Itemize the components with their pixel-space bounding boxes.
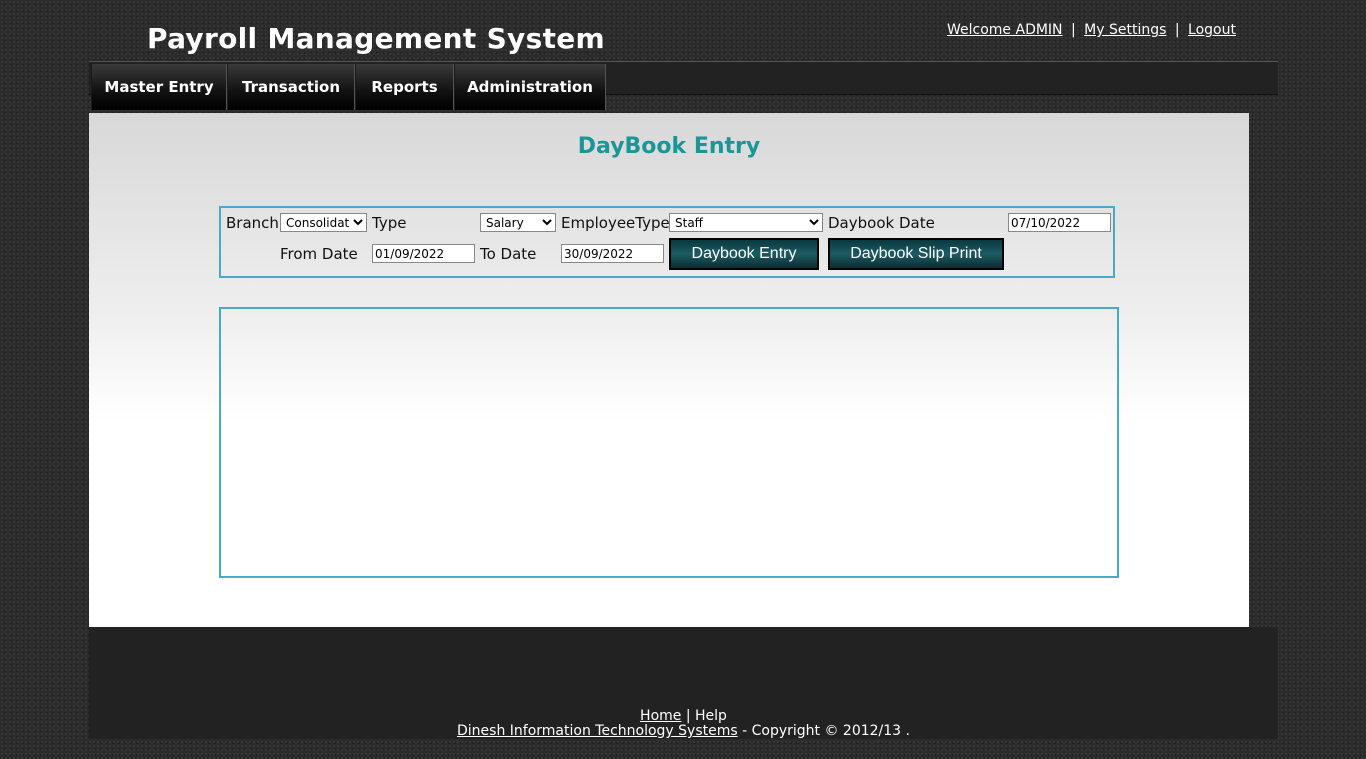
type-select[interactable]: Salary <box>480 213 556 232</box>
to-date-input[interactable] <box>561 244 664 263</box>
home-link[interactable]: Home <box>640 708 681 724</box>
app-title: Payroll Management System <box>147 22 606 55</box>
nav-reports[interactable]: Reports <box>355 64 454 110</box>
branch-select[interactable]: Consolidated <box>280 213 367 232</box>
page-title: DayBook Entry <box>577 134 761 159</box>
footer-separator: | <box>685 708 691 724</box>
link-separator: | <box>1174 22 1180 38</box>
daybook-date-label: Daybook Date <box>828 214 935 232</box>
welcome-admin-link[interactable]: Welcome ADMIN <box>947 22 1063 38</box>
footer: Home | Help Dinesh Information Technolog… <box>89 627 1278 739</box>
daybook-entry-button[interactable]: Daybook Entry <box>669 238 819 270</box>
logout-link[interactable]: Logout <box>1188 22 1236 38</box>
copyright-text: - Copyright © 2012/13 . <box>742 723 910 739</box>
from-date-input[interactable] <box>372 244 475 263</box>
from-date-label: From Date <box>280 245 358 263</box>
link-separator: | <box>1070 22 1076 38</box>
daybook-date-input[interactable] <box>1008 213 1111 232</box>
branch-label: Branch <box>226 214 279 232</box>
type-label: Type <box>372 214 407 232</box>
help-link[interactable]: Help <box>695 708 727 724</box>
main-content: DayBook Entry Branch Consolidated Type S… <box>89 113 1249 627</box>
employee-type-select[interactable]: Staff <box>669 213 823 232</box>
company-link[interactable]: Dinesh Information Technology Systems <box>457 723 738 739</box>
user-links: Welcome ADMIN | My Settings | Logout <box>947 22 1236 38</box>
my-settings-link[interactable]: My Settings <box>1084 22 1166 38</box>
to-date-label: To Date <box>480 245 537 263</box>
nav-master-entry[interactable]: Master Entry <box>91 64 227 110</box>
nav-administration[interactable]: Administration <box>454 64 606 110</box>
main-navbar: Master Entry Transaction Reports Adminis… <box>89 61 1278 110</box>
filter-panel: Branch Consolidated Type Salary Employee… <box>219 206 1115 278</box>
nav-transaction[interactable]: Transaction <box>227 64 355 110</box>
daybook-slip-print-button[interactable]: Daybook Slip Print <box>828 238 1004 270</box>
footer-links: Home | Help <box>89 708 1278 724</box>
results-panel <box>219 307 1119 578</box>
footer-copyright: Dinesh Information Technology Systems - … <box>89 723 1278 739</box>
employee-type-label: EmployeeType <box>561 214 670 232</box>
